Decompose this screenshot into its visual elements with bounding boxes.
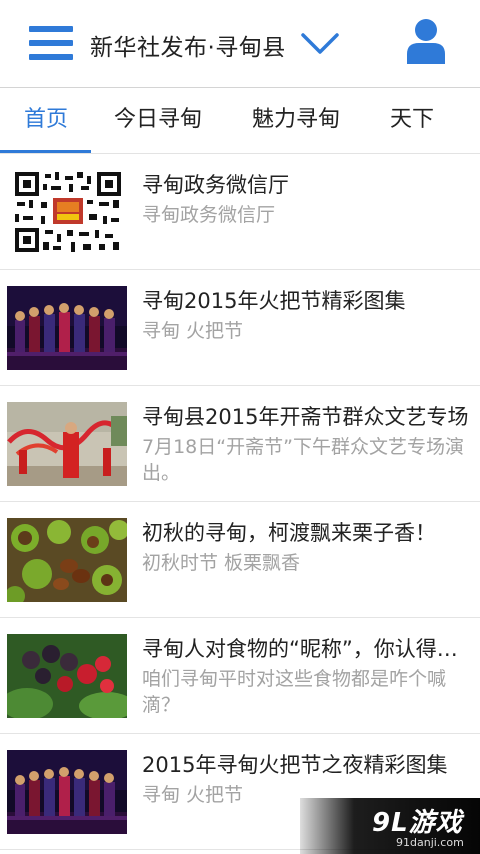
watermark-logo: 9L游戏 — [372, 808, 463, 838]
news-title: 寻甸2015年火把节精彩图集 — [142, 289, 406, 313]
tab-charm-xundian[interactable]: 魅力寻甸 — [252, 88, 340, 153]
hamburger-menu-icon[interactable] — [29, 26, 73, 60]
list-item[interactable]: 寻甸2015年火把节精彩图集 寻甸 火把节 — [0, 270, 480, 386]
tab-today-xundian[interactable]: 今日寻甸 — [114, 88, 202, 153]
list-item[interactable]: 寻甸政务微信厅 寻甸政务微信厅 — [0, 154, 480, 270]
news-subtitle: 初秋时节 板栗飘香 — [142, 552, 301, 574]
news-title: 2015年寻甸火把节之夜精彩图集 — [142, 753, 448, 777]
page-title: 新华社发布·寻甸县 — [90, 35, 286, 61]
news-list: 寻甸政务微信厅 寻甸政务微信厅 寻甸2015年火把节精彩图集 寻甸 火把节 寻甸… — [0, 154, 480, 850]
news-subtitle: 咱们寻甸平时对这些食物都是咋个喊滴？ — [142, 668, 447, 716]
news-title: 寻甸人对食物的“昵称”，你认得几个 — [142, 637, 474, 661]
raspberry-photo — [7, 634, 127, 718]
app-header: 新华社发布·寻甸县 — [0, 0, 480, 88]
chevron-down-icon[interactable] — [300, 30, 340, 56]
qr-code-thumbnail — [15, 172, 121, 252]
user-profile-icon[interactable] — [405, 18, 447, 64]
tab-world[interactable]: 天下 — [390, 88, 434, 153]
news-subtitle: 7月18日“开斋节”下午群众文艺专场演出。 — [142, 436, 464, 484]
news-title: 寻甸政务微信厅 — [142, 173, 289, 197]
category-tab-bar: 首页 今日寻甸 魅力寻甸 天下 — [0, 88, 480, 154]
news-subtitle: 寻甸 火把节 — [142, 320, 244, 342]
site-watermark: 9L游戏 91danji.com — [300, 798, 480, 854]
torch-festival-photo — [7, 286, 127, 370]
chestnut-photo — [7, 518, 127, 602]
tab-home[interactable]: 首页 — [24, 88, 68, 153]
ribbon-dance-photo — [7, 402, 127, 486]
list-item[interactable]: 寻甸人对食物的“昵称”，你认得几个 咱们寻甸平时对这些食物都是咋个喊滴？ — [0, 618, 480, 734]
list-item[interactable]: 初秋的寻甸，柯渡飘来栗子香！ 初秋时节 板栗飘香 — [0, 502, 480, 618]
news-title: 寻甸县2015年开斋节群众文艺专场 — [142, 405, 469, 429]
watermark-url: 91danji.com — [396, 836, 464, 849]
torch-festival-photo — [7, 750, 127, 834]
news-title: 初秋的寻甸，柯渡飘来栗子香！ — [142, 521, 436, 545]
list-item[interactable]: 寻甸县2015年开斋节群众文艺专场 7月18日“开斋节”下午群众文艺专场演出。 — [0, 386, 480, 502]
news-subtitle: 寻甸政务微信厅 — [142, 204, 276, 226]
qr-code-icon — [15, 172, 121, 252]
